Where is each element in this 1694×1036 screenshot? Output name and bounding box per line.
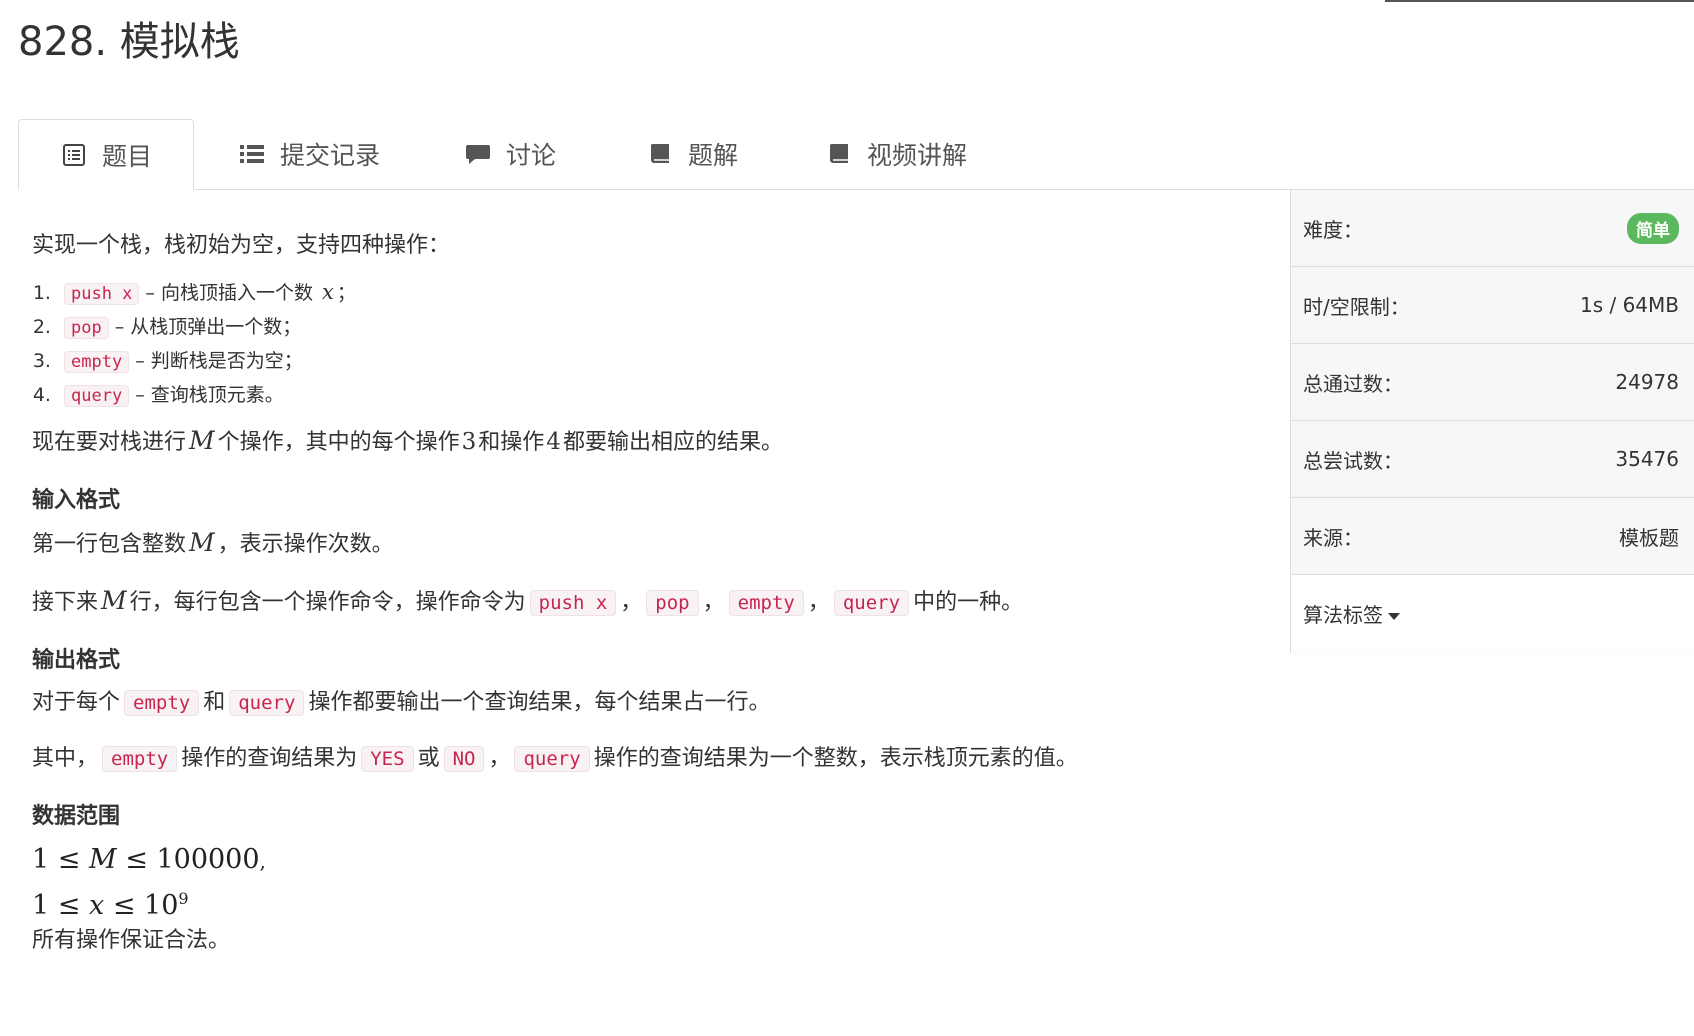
tab-label: 题目 xyxy=(101,141,152,171)
paragraph: 接下来 M 行，每行包含一个操作命令，操作命令为 push x， pop， empty， q… xyxy=(32,586,1024,616)
tab-discussion[interactable]: 讨论 xyxy=(464,119,556,189)
inline-code: query xyxy=(833,590,910,616)
tab-problem[interactable]: 题目 xyxy=(18,119,194,190)
comment-icon xyxy=(464,140,492,168)
input-format-heading: 输入格式 xyxy=(32,488,121,513)
tags-row: 算法标签 xyxy=(1291,575,1694,652)
paragraph: 现在要对栈进行 M 个操作，其中的每个操作3和操作4都要输出相应的结果。 xyxy=(32,426,783,455)
inline-code: query xyxy=(229,690,305,716)
difficulty-row: 难度： 简单 xyxy=(1291,190,1694,267)
top-border xyxy=(1385,0,1694,2)
inline-code: empty xyxy=(124,690,200,716)
list-item: pop– 从栈顶弹出一个数； xyxy=(57,311,1252,345)
tried-row: 总尝试数： 35476 xyxy=(1291,421,1694,498)
inline-code: push x xyxy=(64,283,140,305)
list-icon xyxy=(238,140,266,168)
limit-row: 时/空限制： 1s / 64MB xyxy=(1291,267,1694,344)
problem-description: 实现一个栈，栈初始为空，支持四种操作： push x– 向栈顶插入一个数 x； … xyxy=(32,230,1252,957)
book-icon xyxy=(825,140,853,168)
inline-code: query xyxy=(64,385,130,407)
tab-solutions[interactable]: 题解 xyxy=(646,119,738,189)
book-icon xyxy=(646,140,674,168)
list-item: query– 查询栈顶元素。 xyxy=(57,379,1252,413)
tab-bar: 题目 提交记录 讨论 题解 视频讲解 xyxy=(18,119,1694,190)
tab-label: 题解 xyxy=(688,141,739,170)
paragraph: 对于每个 empty 和 query 操作都要输出一个查询结果，每个结果占一行。 xyxy=(32,690,771,716)
operations-list: push x– 向栈顶插入一个数 x； pop– 从栈顶弹出一个数； empty… xyxy=(32,276,1252,413)
list-item: push x– 向栈顶插入一个数 x； xyxy=(57,276,1252,311)
source-row: 来源： 模板题 xyxy=(1291,498,1694,575)
inline-code: NO xyxy=(443,746,485,772)
tab-label: 视频讲解 xyxy=(867,141,968,170)
math-line: 1 ≤ x ≤ 109 xyxy=(32,889,189,921)
inline-code: pop xyxy=(646,590,699,616)
list-alt-icon xyxy=(60,141,88,169)
math-line: 1 ≤ M ≤ 100000, xyxy=(32,844,266,875)
inline-code: YES xyxy=(361,746,414,772)
paragraph: 其中， empty 操作的查询结果为 YES 或 NO， query 操作的查询结果为一个整数… xyxy=(32,746,1078,772)
tab-submissions[interactable]: 提交记录 xyxy=(238,119,380,189)
inline-code: query xyxy=(514,746,590,772)
difficulty-badge: 简单 xyxy=(1627,212,1679,244)
passed-row: 总通过数： 24978 xyxy=(1291,344,1694,421)
output-format-heading: 输出格式 xyxy=(32,648,121,673)
intro-text: 实现一个栈，栈初始为空，支持四种操作： xyxy=(32,233,451,258)
tab-label: 讨论 xyxy=(506,141,557,170)
data-range-heading: 数据范围 xyxy=(32,804,121,829)
inline-code: push x xyxy=(529,590,617,616)
inline-code: empty xyxy=(64,351,130,373)
inline-code: pop xyxy=(64,317,109,339)
page-title: 828. 模拟栈 xyxy=(18,19,240,65)
list-item: empty– 判断栈是否为空； xyxy=(57,345,1252,379)
inline-code: empty xyxy=(728,590,804,616)
paragraph: 第一行包含整数 M ，表示操作次数。 xyxy=(32,528,394,557)
inline-code: empty xyxy=(102,746,178,772)
tab-video[interactable]: 视频讲解 xyxy=(825,119,967,189)
tab-label: 提交记录 xyxy=(280,141,381,170)
problem-info-sidebar: 难度： 简单 时/空限制： 1s / 64MB 总通过数： 24978 总尝试数… xyxy=(1290,190,1694,653)
paragraph: 所有操作保证合法。 xyxy=(32,928,231,953)
caret-down-icon xyxy=(1388,613,1400,620)
tags-dropdown[interactable]: 算法标签 xyxy=(1303,599,1400,628)
